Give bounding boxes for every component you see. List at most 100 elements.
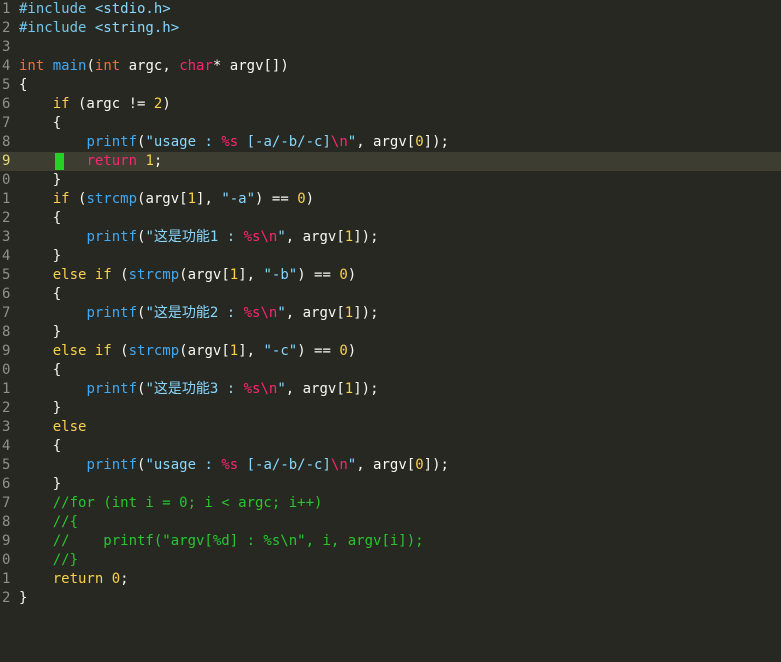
- code-line[interactable]: 4 }: [0, 247, 781, 266]
- code-text: #include <stdio.h>: [19, 0, 171, 19]
- code-token: (argc !=: [69, 96, 154, 112]
- line-number: 3: [2, 419, 11, 435]
- code-token: printf: [86, 134, 138, 150]
- code-text: }: [19, 475, 61, 494]
- code-token: %s: [243, 381, 261, 397]
- code-token: "-b": [263, 267, 298, 283]
- code-text: {: [19, 114, 61, 133]
- code-line[interactable]: 4 int main(int argc, char* argv[]): [0, 57, 781, 76]
- code-token: (: [111, 267, 129, 283]
- code-line[interactable]: 5 printf("usage : %s [-a/-b/-c]\n", argv…: [0, 456, 781, 475]
- code-token: ": [347, 134, 357, 150]
- line-number: 7: [2, 115, 11, 131]
- code-line[interactable]: 2 {: [0, 209, 781, 228]
- code-line[interactable]: 9 // printf("argv[%d] : %s\n", i, argv[i…: [0, 532, 781, 551]
- code-token: [-a/-b/-c]: [238, 134, 331, 150]
- code-line[interactable]: 0 {: [0, 361, 781, 380]
- code-token: \n: [260, 381, 278, 397]
- code-line[interactable]: 1 if (strcmp(argv[1], "-a") == 0): [0, 190, 781, 209]
- code-token: , argv[: [285, 229, 345, 245]
- code-line[interactable]: 7 //for (int i = 0; i < argc; i++): [0, 494, 781, 513]
- line-number: 7: [2, 305, 11, 321]
- code-token: }: [19, 590, 28, 606]
- line-number: 6: [2, 476, 11, 492]
- code-line[interactable]: 7 printf("这是功能2 : %s\n", argv[1]);: [0, 304, 781, 323]
- code-line[interactable]: 3 else: [0, 418, 781, 437]
- code-token: ]);: [353, 305, 379, 321]
- code-token: %s: [243, 229, 261, 245]
- code-token: ): [347, 267, 357, 283]
- text-cursor: [55, 153, 64, 170]
- code-token: else: [52, 419, 87, 435]
- code-token: {: [19, 210, 62, 226]
- code-line[interactable]: 1 #include <stdio.h>: [0, 0, 781, 19]
- code-token: {: [19, 362, 62, 378]
- code-line[interactable]: 9 else if (strcmp(argv[1], "-c") == 0): [0, 342, 781, 361]
- code-token: 1: [229, 343, 239, 359]
- code-token: if: [52, 191, 70, 207]
- code-line[interactable]: 1 return 0;: [0, 570, 781, 589]
- code-token: "这是功能3 :: [145, 381, 244, 397]
- code-text: printf("usage : %s [-a/-b/-c]\n", argv[0…: [19, 456, 449, 475]
- code-text: }: [19, 323, 61, 342]
- code-token: 1: [145, 153, 154, 169]
- code-line[interactable]: 3: [0, 38, 781, 57]
- line-number: 7: [2, 495, 11, 511]
- code-token: if: [52, 96, 70, 112]
- code-text: {: [19, 209, 61, 228]
- code-token: printf: [86, 457, 138, 473]
- line-number: 5: [2, 77, 11, 93]
- line-number: 2: [2, 210, 11, 226]
- code-line[interactable]: 5{: [0, 76, 781, 95]
- code-token: \n: [260, 305, 278, 321]
- code-editor[interactable]: 1 #include <stdio.h> 2 #include <string.h> 3…: [0, 0, 781, 662]
- line-number: 4: [2, 248, 11, 264]
- code-line[interactable]: 5 else if (strcmp(argv[1], "-b") == 0): [0, 266, 781, 285]
- code-line[interactable]: 2}: [0, 589, 781, 608]
- code-text: return 0;: [19, 570, 129, 589]
- code-line[interactable]: 8 printf("usage : %s [-a/-b/-c]\n", argv…: [0, 133, 781, 152]
- code-text: printf("这是功能1 : %s\n", argv[1]);: [19, 228, 378, 247]
- code-token: printf: [86, 305, 138, 321]
- line-number: 1: [2, 381, 11, 397]
- line-number: 8: [2, 514, 11, 530]
- code-token: ): [305, 191, 315, 207]
- code-token: ) ==: [297, 267, 340, 283]
- code-line[interactable]: 4 {: [0, 437, 781, 456]
- code-token: "usage :: [145, 457, 222, 473]
- code-line[interactable]: 9 return 1;: [0, 152, 781, 171]
- line-number: 3: [2, 229, 11, 245]
- code-text: if (argc != 2): [19, 95, 171, 114]
- code-token: 1: [229, 267, 239, 283]
- code-line[interactable]: 2 #include <string.h>: [0, 19, 781, 38]
- code-token: 0: [339, 343, 348, 359]
- code-token: }: [19, 324, 62, 340]
- line-number: 9: [2, 343, 11, 359]
- code-token: ): [347, 343, 357, 359]
- code-text: else: [19, 418, 87, 437]
- line-number: 9: [2, 533, 11, 549]
- code-token: 0: [415, 457, 424, 473]
- code-token: }: [19, 400, 62, 416]
- code-token: //for (int i = 0; i < argc; i++): [52, 495, 323, 511]
- code-token: 1: [344, 229, 354, 245]
- code-line[interactable]: 7 {: [0, 114, 781, 133]
- code-line[interactable]: 8 //{: [0, 513, 781, 532]
- code-line[interactable]: 2 }: [0, 399, 781, 418]
- code-token: }: [19, 476, 62, 492]
- code-token: "这是功能2 :: [145, 305, 244, 321]
- code-line[interactable]: 6 {: [0, 285, 781, 304]
- code-line[interactable]: 0 //}: [0, 551, 781, 570]
- code-line[interactable]: 6 }: [0, 475, 781, 494]
- code-text: }: [19, 399, 61, 418]
- code-line[interactable]: 0 }: [0, 171, 781, 190]
- code-line[interactable]: 1 printf("这是功能3 : %s\n", argv[1]);: [0, 380, 781, 399]
- code-line[interactable]: 3 printf("这是功能1 : %s\n", argv[1]);: [0, 228, 781, 247]
- code-line[interactable]: 8 }: [0, 323, 781, 342]
- code-line[interactable]: 6 if (argc != 2): [0, 95, 781, 114]
- line-number: 4: [2, 58, 11, 74]
